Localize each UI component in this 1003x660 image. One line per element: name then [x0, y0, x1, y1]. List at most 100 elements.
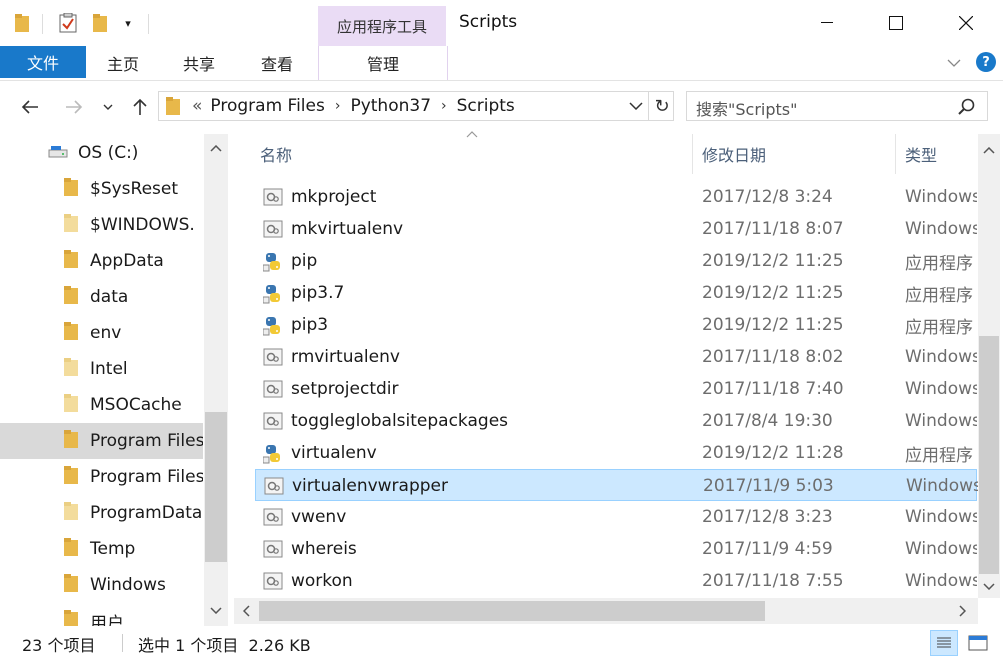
window-title: Scripts	[459, 12, 518, 32]
horizontal-scrollbar-thumb[interactable]	[259, 601, 765, 621]
context-tab-header: 应用程序工具	[318, 6, 446, 46]
nav-item-folder[interactable]: Program Files	[0, 459, 203, 495]
nav-item-folder[interactable]: Windows	[0, 567, 203, 603]
file-date: 2017/12/8 3:24	[702, 187, 833, 207]
table-row[interactable]: pip3 2019/12/2 11:25 应用程序	[255, 309, 977, 341]
nav-scrollbar-thumb[interactable]	[205, 412, 227, 562]
details-view-icon[interactable]	[930, 630, 958, 656]
nav-item-folder[interactable]: AppData	[0, 243, 203, 279]
nav-item-label: Program Files	[90, 431, 203, 451]
nav-item-folder[interactable]: Temp	[0, 531, 203, 567]
scroll-left-icon[interactable]	[236, 602, 256, 620]
nav-item-label: Intel	[90, 359, 128, 379]
column-header-type[interactable]: 类型	[905, 134, 937, 174]
search-icon[interactable]	[958, 98, 976, 120]
table-row[interactable]: toggleglobalsitepackages 2017/8/4 19:30 Wi…	[255, 405, 977, 437]
customize-toolbar-icon[interactable]: ▾	[118, 12, 138, 34]
tab-view[interactable]: 查看	[246, 46, 308, 80]
table-row[interactable]: pip3.7 2019/12/2 11:25 应用程序	[255, 277, 977, 309]
nav-item-folder[interactable]: Intel	[0, 351, 203, 387]
nav-item-folder[interactable]: $SysReset	[0, 171, 203, 207]
folder-icon	[64, 249, 78, 273]
nav-item-folder[interactable]: MSOCache	[0, 387, 203, 423]
chevron-right-icon[interactable]: ›	[441, 98, 447, 114]
scroll-down-icon[interactable]	[978, 576, 1000, 596]
scroll-right-icon[interactable]	[952, 602, 972, 620]
drive-icon	[48, 143, 68, 163]
file-date: 2019/12/2 11:28	[702, 443, 844, 463]
column-divider[interactable]	[895, 134, 896, 174]
selection-info: 选中 1 个项目 2.26 KB	[138, 636, 311, 655]
column-divider[interactable]	[692, 134, 693, 174]
file-date: 2017/11/18 7:40	[702, 379, 844, 399]
tab-home[interactable]: 主页	[92, 46, 154, 80]
table-row[interactable]: setprojectdir 2017/11/18 7:40 Windows	[255, 373, 977, 405]
nav-item-folder[interactable]: ProgramData	[0, 495, 203, 531]
folder-icon	[64, 357, 78, 381]
nav-item-label: $WINDOWS.	[90, 215, 195, 235]
folder-icon	[64, 465, 78, 489]
table-row[interactable]: pip 2019/12/2 11:25 应用程序	[255, 245, 977, 277]
breadcrumb-scripts[interactable]: Scripts	[457, 96, 515, 116]
file-type: Windows	[905, 507, 977, 527]
tab-file[interactable]: 文件	[0, 46, 86, 78]
file-date: 2017/11/18 8:02	[702, 347, 844, 367]
nav-item-folder[interactable]: data	[0, 279, 203, 315]
large-icons-view-icon[interactable]	[964, 630, 992, 656]
file-date: 2019/12/2 11:25	[702, 315, 844, 335]
table-row[interactable]: rmvirtualenv 2017/11/18 8:02 Windows	[255, 341, 977, 373]
maximize-button[interactable]	[866, 0, 926, 46]
file-list-scrollbar-thumb[interactable]	[979, 336, 999, 574]
breadcrumb-program-files[interactable]: Program Files	[210, 96, 324, 116]
address-dropdown-icon[interactable]	[626, 98, 646, 114]
column-header-date[interactable]: 修改日期	[702, 134, 766, 174]
scroll-up-icon[interactable]	[204, 138, 228, 158]
scroll-down-icon[interactable]	[204, 600, 228, 620]
table-row[interactable]: virtualenv 2019/12/2 11:28 应用程序	[255, 437, 977, 469]
table-row[interactable]: workon 2017/11/18 7:55 Windows	[255, 565, 977, 597]
table-row[interactable]: mkproject 2017/12/8 3:24 Windows	[255, 181, 977, 213]
nav-item-drive[interactable]: OS (C:)	[0, 135, 203, 171]
up-button[interactable]	[126, 92, 154, 122]
nav-item-label: Temp	[90, 539, 136, 559]
nav-item-folder[interactable]: Program Files	[0, 423, 203, 459]
nav-item-folder[interactable]: env	[0, 315, 203, 351]
tab-manage[interactable]: 管理	[318, 46, 448, 80]
table-row[interactable]: virtualenvwrapper 2017/11/9 5:03 Windows	[255, 469, 978, 501]
properties-icon[interactable]	[58, 12, 78, 34]
column-header-name[interactable]: 名称	[260, 134, 292, 174]
file-name: pip3.7	[291, 283, 345, 303]
help-icon[interactable]: ?	[976, 52, 996, 72]
folder-icon	[64, 393, 78, 417]
expand-ribbon-icon[interactable]	[944, 54, 964, 72]
breadcrumb-python37[interactable]: Python37	[350, 96, 431, 116]
script-icon	[263, 348, 283, 366]
file-type: 应用程序	[905, 285, 973, 306]
breadcrumb-overflow[interactable]: «	[192, 96, 202, 116]
file-type: Windows	[905, 219, 977, 239]
python-icon	[262, 316, 283, 336]
nav-item-folder[interactable]: $WINDOWS.	[0, 207, 203, 243]
script-icon	[263, 220, 283, 238]
tab-share[interactable]: 共享	[168, 46, 230, 80]
table-row[interactable]: vwenv 2017/12/8 3:23 Windows	[255, 501, 977, 533]
script-icon	[263, 380, 283, 398]
nav-item-label: ProgramData	[90, 503, 203, 523]
recent-locations-button[interactable]	[96, 92, 120, 122]
close-button[interactable]	[936, 0, 996, 46]
file-name: pip3	[291, 315, 329, 335]
new-folder-icon[interactable]	[90, 12, 110, 34]
chevron-right-icon[interactable]: ›	[335, 98, 341, 114]
table-row[interactable]: mkvirtualenv 2017/11/18 8:07 Windows	[255, 213, 977, 245]
status-separator	[122, 634, 123, 652]
refresh-icon[interactable]: ↻	[648, 91, 675, 121]
python-icon	[262, 284, 283, 304]
file-type: Windows	[905, 187, 977, 207]
table-row[interactable]: whereis 2017/11/9 4:59 Windows	[255, 533, 977, 565]
forward-button[interactable]	[60, 92, 88, 122]
back-button[interactable]	[16, 92, 44, 122]
nav-item-label: OS (C:)	[78, 143, 139, 163]
file-type: Windows	[905, 539, 977, 559]
minimize-button[interactable]	[797, 0, 857, 46]
scroll-up-icon[interactable]	[978, 140, 1000, 160]
